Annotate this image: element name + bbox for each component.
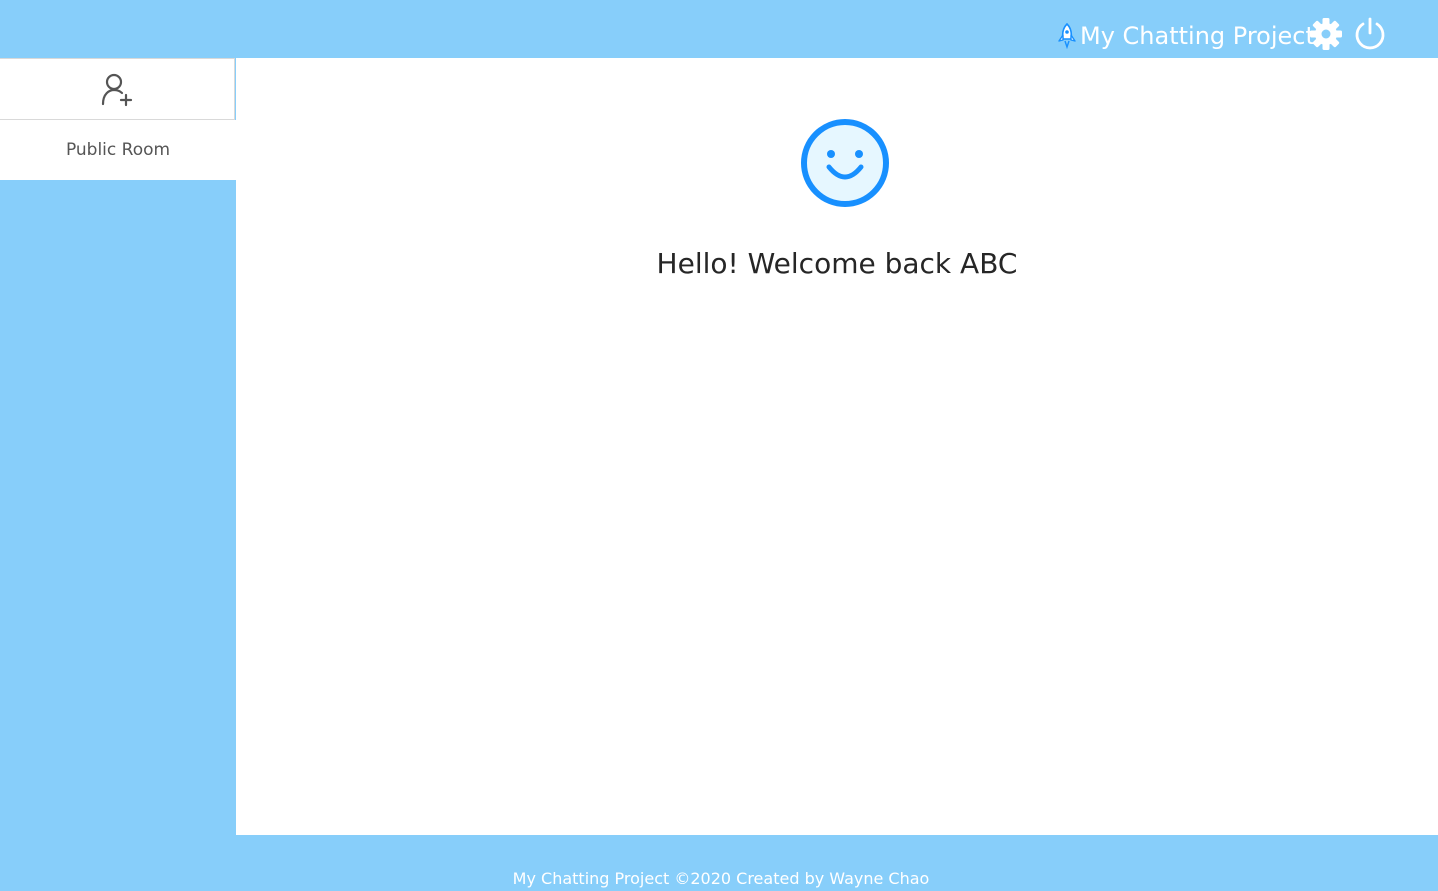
smile-icon: [801, 119, 889, 207]
welcome-message: Hello! Welcome back ABC: [656, 247, 1018, 280]
footer-text: My Chatting Project ©2020 Created by Way…: [512, 869, 930, 888]
room-item-public[interactable]: Public Room: [0, 120, 236, 180]
add-user-icon: [101, 73, 133, 107]
add-friend-button[interactable]: [0, 58, 235, 120]
top-header: My Chatting Project: [0, 0, 1438, 58]
gear-icon[interactable]: [1309, 17, 1343, 51]
power-icon[interactable]: [1352, 16, 1388, 52]
room-label: Public Room: [65, 140, 171, 160]
footer: My Chatting Project ©2020 Created by Way…: [236, 835, 1438, 891]
sidebar: Public Room: [0, 58, 236, 835]
app-title: My Chatting Project: [1080, 22, 1315, 50]
rocket-icon: [1058, 23, 1076, 49]
main-content: Hello! Welcome back ABC: [236, 58, 1438, 835]
brand: My Chatting Project: [1056, 20, 1315, 52]
